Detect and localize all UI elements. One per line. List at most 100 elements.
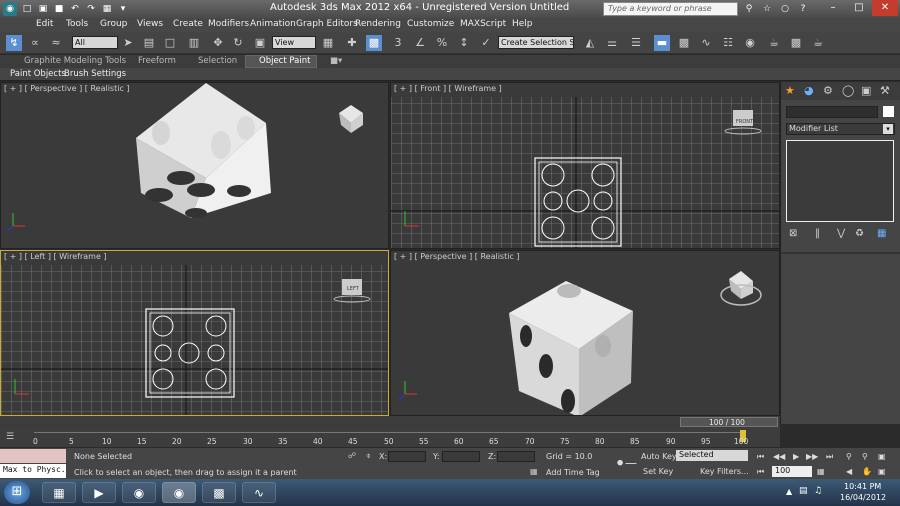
viewport-perspective-top[interactable]: [ + ] [ Perspective ] [ Realistic ]: [0, 82, 389, 249]
z-coordinate-input[interactable]: [497, 451, 535, 462]
search-input[interactable]: Type a keyword or phrase: [603, 2, 738, 16]
object-color-swatch[interactable]: [883, 106, 894, 117]
absolute-mode-icon[interactable]: ⌽: [366, 451, 371, 461]
tab-object-paint[interactable]: Object Paint: [259, 56, 310, 66]
tab-freeform[interactable]: Freeform: [138, 56, 176, 66]
snaps-toggle-icon[interactable]: 3: [390, 35, 406, 51]
tab-selection[interactable]: Selection: [198, 56, 237, 66]
windows-start-icon[interactable]: ⊞: [4, 481, 30, 504]
app-logo-icon[interactable]: ◉: [3, 2, 17, 16]
menu-group[interactable]: Group: [100, 19, 127, 29]
new-file-icon[interactable]: □: [20, 2, 34, 16]
modifier-stack[interactable]: [786, 140, 894, 222]
graphite-ribbon-icon[interactable]: ▩: [676, 35, 692, 51]
time-slider[interactable]: 100 / 100: [0, 416, 780, 428]
modify-tab-icon[interactable]: ◕: [804, 84, 814, 97]
select-and-link-icon[interactable]: ↯: [6, 35, 22, 51]
hierarchy-tab-icon[interactable]: ⚙: [823, 84, 833, 97]
menu-customize[interactable]: Customize: [407, 19, 454, 29]
project-folder-icon[interactable]: ▦: [100, 2, 114, 16]
go-to-end-icon[interactable]: ⏭: [826, 452, 833, 462]
use-pivot-point-icon[interactable]: ▦: [320, 35, 336, 51]
align-icon[interactable]: ⚌: [604, 35, 620, 51]
play-icon[interactable]: ▶: [793, 452, 799, 461]
tab-graphite-modeling-tools[interactable]: Graphite Modeling Tools: [24, 56, 126, 66]
select-by-name-icon[interactable]: ▤: [141, 35, 157, 51]
undo-icon[interactable]: ↶: [68, 2, 82, 16]
viewport-label-top-left[interactable]: [ + ] [ Perspective ] [ Realistic ]: [4, 84, 130, 93]
pan-view-icon[interactable]: ✋: [862, 467, 872, 476]
motion-tab-icon[interactable]: ◯: [842, 84, 854, 97]
go-to-start-icon[interactable]: ⏮: [757, 452, 764, 462]
select-and-move-icon[interactable]: ✥: [210, 35, 226, 51]
mini-curve-editor-icon[interactable]: ☰: [6, 432, 14, 442]
video-editor-icon[interactable]: ▩: [202, 482, 236, 503]
create-tab-icon[interactable]: ★: [785, 84, 795, 97]
y-coordinate-input[interactable]: [442, 451, 480, 462]
zoom-extents-icon[interactable]: ▣: [878, 452, 886, 461]
selection-filter-select[interactable]: All: [72, 36, 118, 49]
show-end-result-icon[interactable]: ‖: [815, 228, 820, 239]
previous-frame-icon[interactable]: ◀◀: [773, 452, 785, 461]
add-time-tag-button[interactable]: Add Time Tag: [546, 468, 600, 477]
viewport-front[interactable]: FRONT [ + ] [ Front ] [ Wireframe ]: [390, 82, 780, 249]
viewcube-front-label[interactable]: FRONT: [736, 119, 753, 125]
viewport-label-bottom-left[interactable]: [ + ] [ Left ] [ Wireframe ]: [4, 252, 107, 261]
material-editor-icon[interactable]: ◉: [742, 35, 758, 51]
chart-app-icon[interactable]: ∿: [242, 482, 276, 503]
configure-modifier-sets-icon[interactable]: ▦: [877, 228, 886, 239]
viewcube-left-label[interactable]: LEFT: [347, 286, 359, 292]
modifier-list-select[interactable]: Modifier List ▾: [786, 123, 895, 135]
time-slider-handle[interactable]: 100 / 100: [680, 417, 778, 427]
menu-animation[interactable]: Animation: [250, 19, 296, 29]
time-configuration-icon[interactable]: ▦: [817, 467, 825, 476]
schematic-view-icon[interactable]: ☷: [720, 35, 736, 51]
set-key-button[interactable]: Set Key: [643, 467, 673, 476]
track-bar[interactable]: ☰ 0 5 10 15 20 25 30 35 40 45 50 55 60 6…: [0, 428, 780, 447]
render-production-icon[interactable]: ☕: [810, 35, 826, 51]
time-tag-icon[interactable]: ▦: [530, 467, 538, 476]
select-object-icon[interactable]: ➤: [120, 35, 136, 51]
key-mode-select[interactable]: Selected: [676, 450, 748, 461]
object-name-input[interactable]: [786, 106, 878, 118]
maximize-button[interactable]: □: [846, 0, 872, 16]
percent-snap-icon[interactable]: %: [434, 35, 450, 51]
brush-settings-button[interactable]: Brush Settings: [64, 69, 126, 79]
zoom-all-icon[interactable]: ⚲: [862, 452, 868, 461]
key-mode-toggle-icon[interactable]: ⏮: [757, 467, 764, 477]
rendered-frame-window-icon[interactable]: ▩: [788, 35, 804, 51]
key-filters-button[interactable]: Key Filters...: [700, 467, 749, 476]
rectangular-selection-icon[interactable]: □: [162, 35, 178, 51]
make-unique-icon[interactable]: ⋁: [837, 228, 845, 239]
3ds-max-task-icon[interactable]: ◉: [162, 482, 196, 503]
menu-tools[interactable]: Tools: [66, 19, 88, 29]
clock-date[interactable]: 16/04/2012: [840, 493, 886, 502]
pin-stack-icon[interactable]: ⊠: [789, 228, 797, 239]
set-key-icon[interactable]: ⚫—: [615, 456, 637, 470]
menu-help[interactable]: Help: [512, 19, 533, 29]
close-button[interactable]: ✕: [872, 0, 898, 16]
paint-objects-button[interactable]: Paint Objects: [10, 69, 66, 79]
menu-rendering[interactable]: Rendering: [355, 19, 401, 29]
keyboard-shortcut-override-icon[interactable]: ▩: [366, 35, 382, 51]
reference-coordinate-select[interactable]: View: [272, 36, 316, 49]
viewport-perspective-bottom[interactable]: [ + ] [ Perspective ] [ Realistic ]: [390, 250, 780, 416]
quick-access-dropdown-icon[interactable]: ▾: [116, 2, 130, 16]
menu-edit[interactable]: Edit: [36, 19, 53, 29]
menu-graph-editors[interactable]: Graph Editors: [296, 19, 358, 29]
volume-icon[interactable]: ♫: [814, 486, 822, 496]
mirror-icon[interactable]: ◭: [582, 35, 598, 51]
current-frame-input[interactable]: 100: [772, 466, 812, 477]
unlink-selection-icon[interactable]: ∝: [27, 35, 43, 51]
window-crossing-icon[interactable]: ▥: [186, 35, 202, 51]
menu-views[interactable]: Views: [137, 19, 163, 29]
help-icon[interactable]: ☆: [760, 2, 774, 16]
ribbon-options-icon[interactable]: ■▾: [330, 56, 342, 66]
menu-maxscript[interactable]: MAXScript: [460, 19, 506, 29]
file-explorer-icon[interactable]: ▦: [42, 482, 76, 503]
tray-arrow-icon[interactable]: ▲: [786, 487, 792, 496]
zoom-icon[interactable]: ⚲: [846, 452, 852, 461]
auto-key-button[interactable]: Auto Key: [641, 452, 677, 461]
remove-modifier-icon[interactable]: ♻: [855, 228, 864, 239]
field-of-view-icon[interactable]: ◀: [846, 467, 852, 476]
